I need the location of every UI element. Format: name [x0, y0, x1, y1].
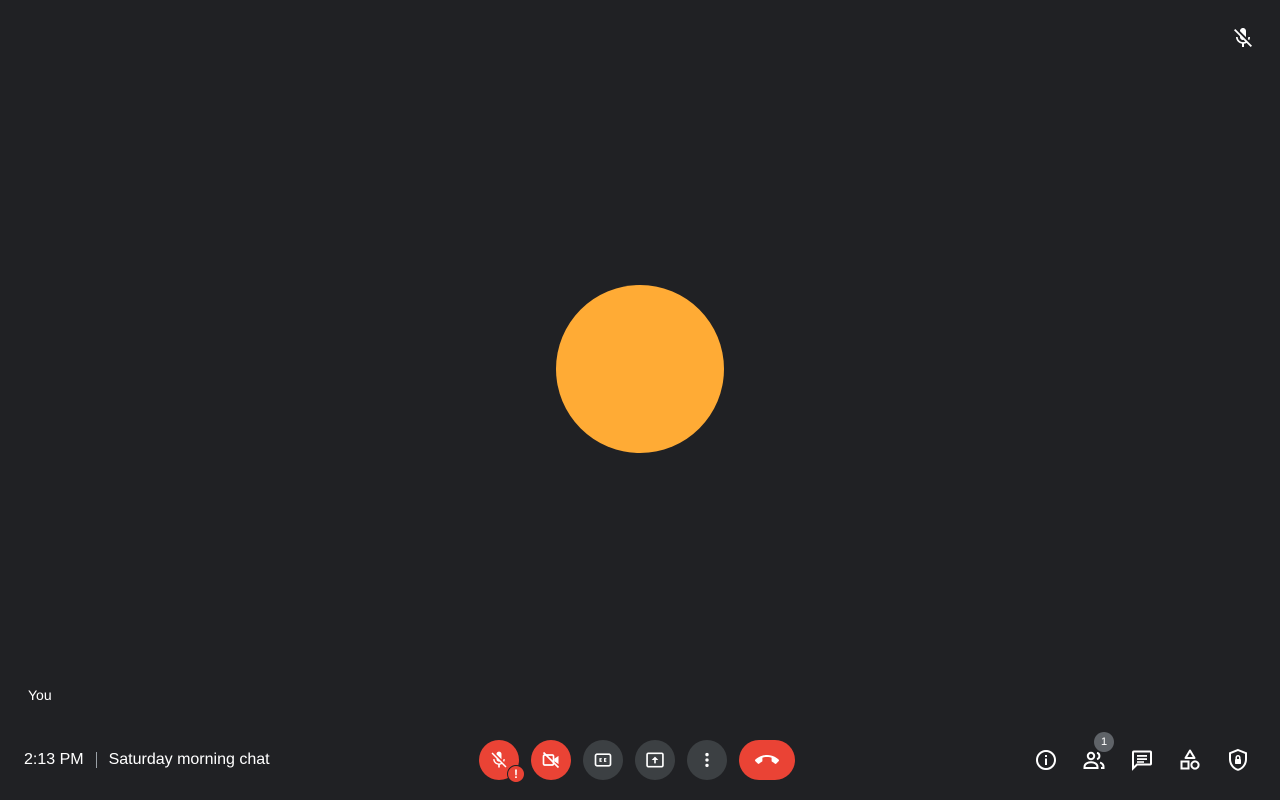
mic-alert-badge: !	[507, 765, 525, 783]
meeting-details-button[interactable]	[1022, 744, 1070, 776]
participant-count-badge: 1	[1094, 732, 1114, 752]
host-controls-button[interactable]	[1214, 744, 1262, 776]
mic-off-icon	[491, 751, 507, 768]
meeting-details: 2:13 PM Saturday morning chat	[24, 748, 270, 772]
more-vert-icon	[705, 752, 709, 768]
more-options-button[interactable]	[687, 740, 727, 780]
chat-button[interactable]	[1118, 744, 1166, 776]
participant-name-label: You	[28, 687, 52, 703]
captions-button[interactable]	[583, 740, 623, 780]
participant-avatar	[556, 285, 724, 453]
activities-button[interactable]	[1166, 744, 1214, 776]
mic-off-icon	[1231, 26, 1255, 50]
leave-call-button[interactable]	[739, 740, 795, 780]
chat-icon	[1132, 750, 1152, 771]
divider	[95, 752, 97, 768]
meeting-time: 2:13 PM	[24, 751, 84, 768]
mic-toggle-button[interactable]: !	[479, 740, 525, 783]
meeting-title: Saturday morning chat	[108, 751, 270, 768]
videocam-off-icon	[542, 751, 560, 769]
side-panel-tools: 1	[1022, 732, 1262, 776]
camera-toggle-button[interactable]	[531, 740, 571, 780]
closed-caption-icon	[594, 753, 612, 767]
info-icon	[1036, 750, 1056, 770]
meeting-stage: You 2:13 PM Saturday morning chat ! 1	[0, 0, 1280, 800]
shapes-icon	[1180, 749, 1200, 770]
present-screen-button[interactable]	[635, 740, 675, 780]
people-button[interactable]: 1	[1070, 732, 1118, 776]
shield-lock-icon	[1229, 748, 1247, 771]
call-end-icon	[755, 755, 779, 764]
present-to-all-icon	[646, 752, 664, 768]
call-controls: !	[479, 740, 795, 783]
